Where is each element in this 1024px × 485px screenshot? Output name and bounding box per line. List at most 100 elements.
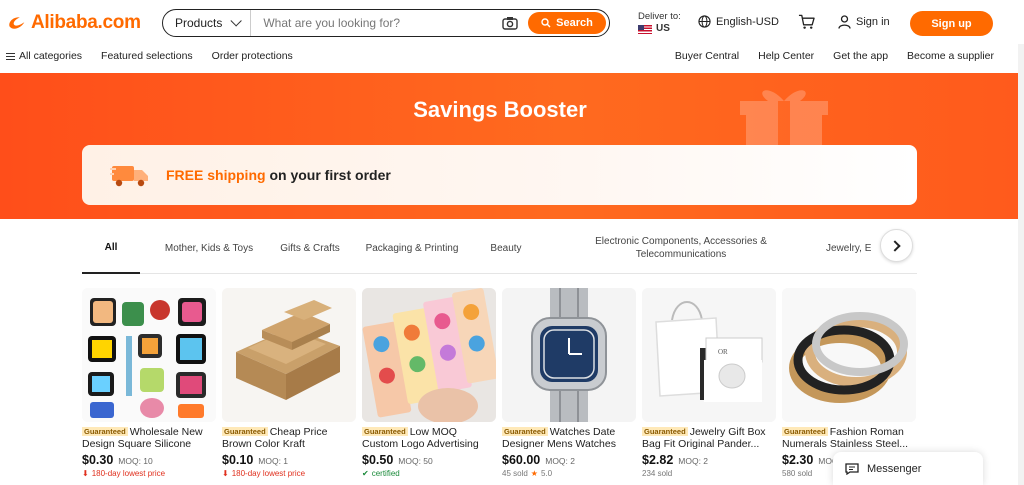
product-image[interactable] xyxy=(502,288,636,422)
sold-label: 234 sold xyxy=(642,469,673,478)
sold-label: 45 sold xyxy=(502,469,528,478)
featured-selections-link[interactable]: Featured selections xyxy=(101,50,193,62)
savings-booster-banner: Savings Booster FREE shipping on your fi… xyxy=(0,73,1024,219)
chat-icon xyxy=(845,462,859,475)
product-moq: MOQ: 10 xyxy=(118,456,153,466)
svg-text:OR: OR xyxy=(718,348,728,356)
chevron-right-icon xyxy=(889,239,901,252)
product-moq: MOQ: 2 xyxy=(545,456,575,466)
product-image[interactable] xyxy=(82,288,216,422)
search-button-label: Search xyxy=(556,17,593,29)
certified-label: certified xyxy=(371,469,400,478)
guaranteed-badge: Guaranteed xyxy=(502,427,548,436)
product-card[interactable]: Guaranteed Fashion Roman Numerals Stainle… xyxy=(782,288,916,478)
tab-jewelry[interactable]: Jewelry, E xyxy=(826,222,882,274)
camera-icon[interactable] xyxy=(502,16,518,30)
buyer-central-link[interactable]: Buyer Central xyxy=(675,50,739,62)
certified-tag: ✔ certified xyxy=(362,469,496,478)
product-image[interactable]: OR xyxy=(642,288,776,422)
order-protections-link[interactable]: Order protections xyxy=(212,50,293,62)
product-title[interactable]: Guaranteed Fashion Roman Numerals Stainle… xyxy=(782,426,916,450)
guaranteed-badge: Guaranteed xyxy=(362,427,408,436)
product-card[interactable]: Guaranteed Cheap Price Brown Color Kraft … xyxy=(222,288,356,478)
star-icon: ★ xyxy=(530,469,538,478)
tab-all[interactable]: All xyxy=(82,222,140,274)
product-image[interactable] xyxy=(222,288,356,422)
deliver-label: Deliver to: xyxy=(638,11,681,22)
lowest-price-label: 180-day lowest price xyxy=(231,469,306,478)
product-moq: MOQ: 50 xyxy=(398,456,433,466)
search-icon xyxy=(541,18,551,28)
search-bar: Products Search xyxy=(162,9,610,37)
sign-up-button[interactable]: Sign up xyxy=(910,11,993,36)
messenger-button[interactable]: Messenger xyxy=(833,452,983,485)
sign-in-label: Sign in xyxy=(856,16,890,28)
truck-icon xyxy=(110,166,148,187)
guaranteed-badge: Guaranteed xyxy=(222,427,268,436)
product-moq: MOQ: 2 xyxy=(678,456,709,466)
become-supplier-link[interactable]: Become a supplier xyxy=(907,50,994,62)
product-price: $2.30 xyxy=(782,453,814,467)
product-price: $2.82 xyxy=(642,453,674,467)
alibaba-logo[interactable]: Alibaba.com xyxy=(6,10,141,36)
deliver-country: US xyxy=(656,23,670,34)
guaranteed-badge: Guaranteed xyxy=(782,427,828,436)
product-image[interactable] xyxy=(362,288,496,422)
menu-icon xyxy=(6,52,15,60)
free-shipping-highlight: FREE shipping xyxy=(166,167,266,183)
free-shipping-text: FREE shipping on your first order xyxy=(166,167,391,183)
product-card[interactable]: Guaranteed Watches Date Designer Mens Wat… xyxy=(502,288,636,478)
us-flag-icon xyxy=(638,24,652,34)
all-categories-label: All categories xyxy=(19,50,83,62)
product-card[interactable]: OR Guaranteed Jewelry Gift Box Bag Fit Or… xyxy=(642,288,776,478)
check-shield-icon: ✔ xyxy=(362,469,369,478)
tab-mother-kids-toys[interactable]: Mother, Kids & Toys xyxy=(158,222,260,274)
top-header: Alibaba.com Products Search Deliver to: … xyxy=(0,0,1024,44)
banner-title: Savings Booster xyxy=(413,97,587,122)
product-card[interactable]: Guaranteed Low MOQ Custom Logo Advertisin… xyxy=(362,288,496,478)
category-tabs: All Mother, Kids & Toys Gifts & Crafts P… xyxy=(82,222,917,274)
product-card[interactable]: Guaranteed Wholesale New Design Square Si… xyxy=(82,288,216,478)
rating-value: 5.0 xyxy=(540,469,553,478)
search-button[interactable]: Search xyxy=(528,12,606,34)
product-title[interactable]: Guaranteed Jewelry Gift Box Bag Fit Origi… xyxy=(642,426,776,450)
help-center-link[interactable]: Help Center xyxy=(758,50,814,62)
tab-beauty[interactable]: Beauty xyxy=(482,222,530,274)
product-image[interactable] xyxy=(782,288,916,422)
search-input[interactable] xyxy=(251,16,502,30)
tab-electronic-components[interactable]: Electronic Components, Accessories & Tel… xyxy=(584,222,778,274)
guaranteed-badge: Guaranteed xyxy=(82,427,128,436)
lowest-price-tag: ⬇ 180-day lowest price xyxy=(222,469,356,478)
cart-icon[interactable] xyxy=(798,14,815,30)
language-label: English-USD xyxy=(716,15,779,28)
sold-count: 45 sold ★ 5.0 xyxy=(502,469,636,478)
sold-label: 580 sold xyxy=(782,469,813,478)
product-title[interactable]: Guaranteed Cheap Price Brown Color Kraft … xyxy=(222,426,356,450)
get-the-app-link[interactable]: Get the app xyxy=(833,50,888,62)
search-category-select[interactable]: Products xyxy=(163,10,252,36)
product-price: $0.50 xyxy=(362,453,394,467)
scrollbar[interactable] xyxy=(1018,44,1024,485)
search-category-label: Products xyxy=(175,16,223,30)
globe-icon xyxy=(698,15,711,28)
free-shipping-rest: on your first order xyxy=(265,167,391,183)
product-grid: Guaranteed Wholesale New Design Square Si… xyxy=(82,288,922,485)
alibaba-logo-icon xyxy=(9,17,25,29)
free-shipping-card[interactable]: FREE shipping on your first order xyxy=(82,145,917,205)
tabs-next-button[interactable] xyxy=(880,229,913,262)
tab-gifts-crafts[interactable]: Gifts & Crafts xyxy=(274,222,346,274)
lowest-price-tag: ⬇ 180-day lowest price xyxy=(82,469,216,478)
sign-in-link[interactable]: Sign in xyxy=(838,15,890,29)
sold-count: 234 sold xyxy=(642,469,776,478)
product-title[interactable]: Guaranteed Low MOQ Custom Logo Advertisin… xyxy=(362,426,496,450)
user-icon xyxy=(838,15,851,29)
chevron-down-icon xyxy=(230,15,243,27)
tab-packaging-printing[interactable]: Packaging & Printing xyxy=(360,222,464,274)
trend-down-icon: ⬇ xyxy=(82,469,89,478)
deliver-to[interactable]: Deliver to: US xyxy=(638,11,681,35)
product-title[interactable]: Guaranteed Watches Date Designer Mens Wat… xyxy=(502,426,636,450)
language-selector[interactable]: English-USD xyxy=(698,15,779,28)
product-title[interactable]: Guaranteed Wholesale New Design Square Si… xyxy=(82,426,216,450)
all-categories-menu[interactable]: All categories xyxy=(6,50,82,62)
guaranteed-badge: Guaranteed xyxy=(642,427,688,436)
